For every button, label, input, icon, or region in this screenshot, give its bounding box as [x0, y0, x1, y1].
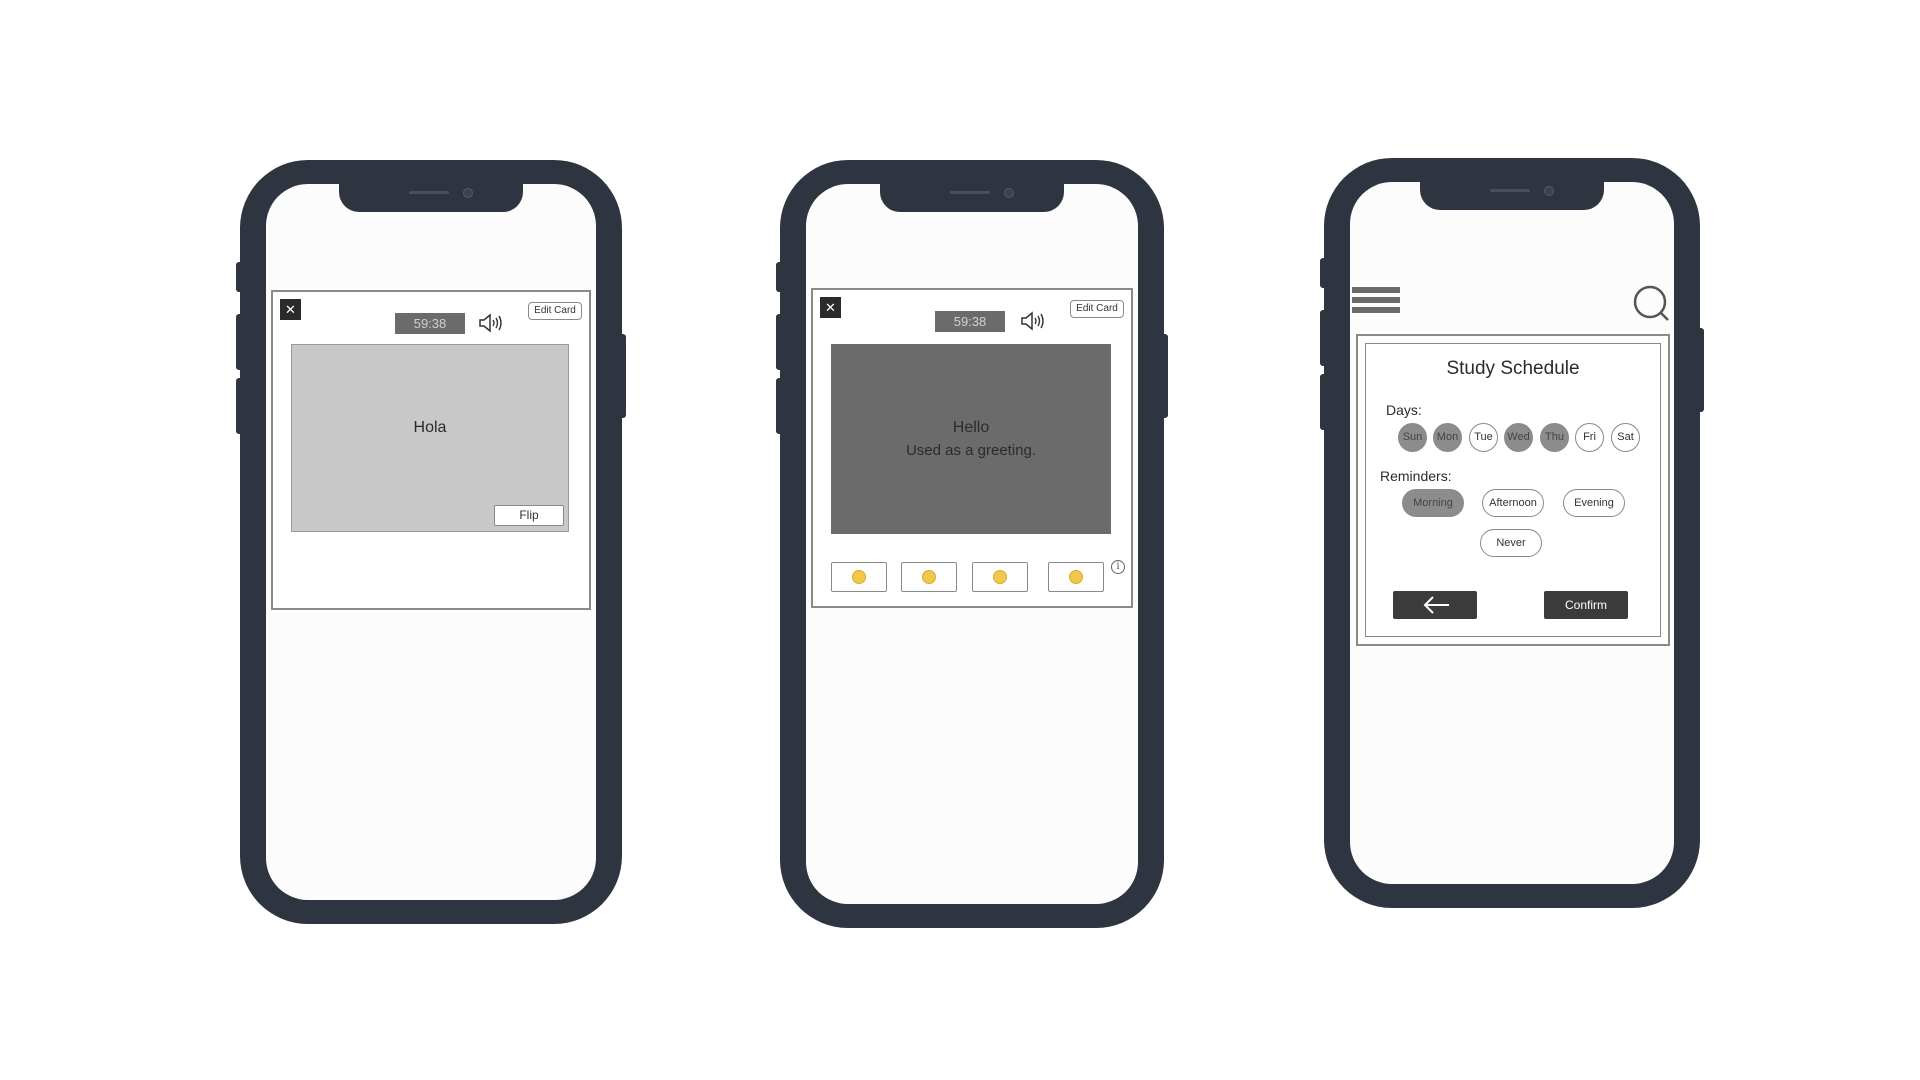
phone-2-notch — [880, 184, 1064, 212]
day-chip-fri[interactable]: Fri — [1575, 423, 1604, 452]
phone-3-notch — [1420, 182, 1604, 210]
phone-3-speaker — [1490, 189, 1530, 192]
phone-1: ✕ 59:38 Edit Card Hola Flip — [240, 160, 622, 924]
speaker-icon[interactable] — [478, 312, 504, 334]
flashcard-panel: ✕ 59:38 Edit Card Hello Used as a greeti… — [811, 288, 1133, 608]
back-button[interactable] — [1393, 591, 1477, 619]
rating-button-4[interactable] — [1048, 562, 1104, 592]
smile-emoji-icon — [993, 570, 1007, 584]
timer-display: 59:38 — [395, 313, 465, 334]
info-icon[interactable]: i — [1111, 560, 1125, 574]
phone-3: Study Schedule Days: Sun Mon Tue Wed Thu… — [1324, 158, 1700, 908]
rating-button-1[interactable] — [831, 562, 887, 592]
timer-display: 59:38 — [935, 311, 1005, 332]
search-icon[interactable] — [1632, 284, 1672, 324]
day-chip-wed[interactable]: Wed — [1504, 423, 1533, 452]
reminder-chip-never[interactable]: Never — [1480, 529, 1542, 557]
phone-3-screen: Study Schedule Days: Sun Mon Tue Wed Thu… — [1350, 182, 1674, 884]
confirm-button[interactable]: Confirm — [1544, 591, 1628, 619]
frown-emoji-icon — [852, 570, 866, 584]
day-chip-mon[interactable]: Mon — [1433, 423, 1462, 452]
neutral-emoji-icon — [922, 570, 936, 584]
canvas: ✕ 59:38 Edit Card Hola Flip ✕ 59:38 Edit… — [0, 0, 1920, 1080]
phone-1-notch — [339, 184, 523, 212]
flashcard-back[interactable]: Hello Used as a greeting. — [831, 344, 1111, 534]
phone-1-screen: ✕ 59:38 Edit Card Hola Flip — [266, 184, 596, 900]
phone-1-speaker — [409, 191, 449, 194]
close-button[interactable]: ✕ — [820, 297, 841, 318]
rating-button-2[interactable] — [901, 562, 957, 592]
phone-2-speaker — [950, 191, 990, 194]
speaker-icon[interactable] — [1020, 310, 1046, 332]
reminders-label: Reminders: — [1380, 468, 1452, 484]
day-chip-tue[interactable]: Tue — [1469, 423, 1498, 452]
hamburger-menu-icon[interactable] — [1352, 287, 1400, 321]
phone-2-camera — [1004, 188, 1014, 198]
edit-card-button[interactable]: Edit Card — [528, 302, 582, 320]
flashcard-front[interactable]: Hola Flip — [291, 344, 569, 532]
card-word: Hello — [952, 419, 990, 436]
day-chip-thu[interactable]: Thu — [1540, 423, 1569, 452]
reminder-chip-morning[interactable]: Morning — [1402, 489, 1464, 517]
phone-3-camera — [1544, 186, 1554, 196]
day-chip-sun[interactable]: Sun — [1398, 423, 1427, 452]
schedule-panel: Study Schedule Days: Sun Mon Tue Wed Thu… — [1356, 334, 1670, 646]
schedule-title: Study Schedule — [1446, 358, 1580, 379]
reminder-chip-evening[interactable]: Evening — [1563, 489, 1625, 517]
rating-button-3[interactable] — [972, 562, 1028, 592]
day-chip-sat[interactable]: Sat — [1611, 423, 1640, 452]
grin-emoji-icon — [1069, 570, 1083, 584]
phone-2-screen: ✕ 59:38 Edit Card Hello Used as a greeti… — [806, 184, 1138, 904]
card-word: Hola — [413, 419, 447, 436]
phone-1-camera — [463, 188, 473, 198]
phone-2: ✕ 59:38 Edit Card Hello Used as a greeti… — [780, 160, 1164, 928]
schedule-card: Study Schedule Days: Sun Mon Tue Wed Thu… — [1365, 343, 1661, 637]
flashcard-panel: ✕ 59:38 Edit Card Hola Flip — [271, 290, 591, 610]
close-button[interactable]: ✕ — [280, 299, 301, 320]
flip-button[interactable]: Flip — [494, 505, 564, 526]
days-label: Days: — [1386, 402, 1422, 418]
card-definition: Used as a greeting. — [905, 442, 1037, 459]
edit-card-button[interactable]: Edit Card — [1070, 300, 1124, 318]
reminder-chip-afternoon[interactable]: Afternoon — [1482, 489, 1544, 517]
arrow-left-icon — [1423, 596, 1449, 614]
